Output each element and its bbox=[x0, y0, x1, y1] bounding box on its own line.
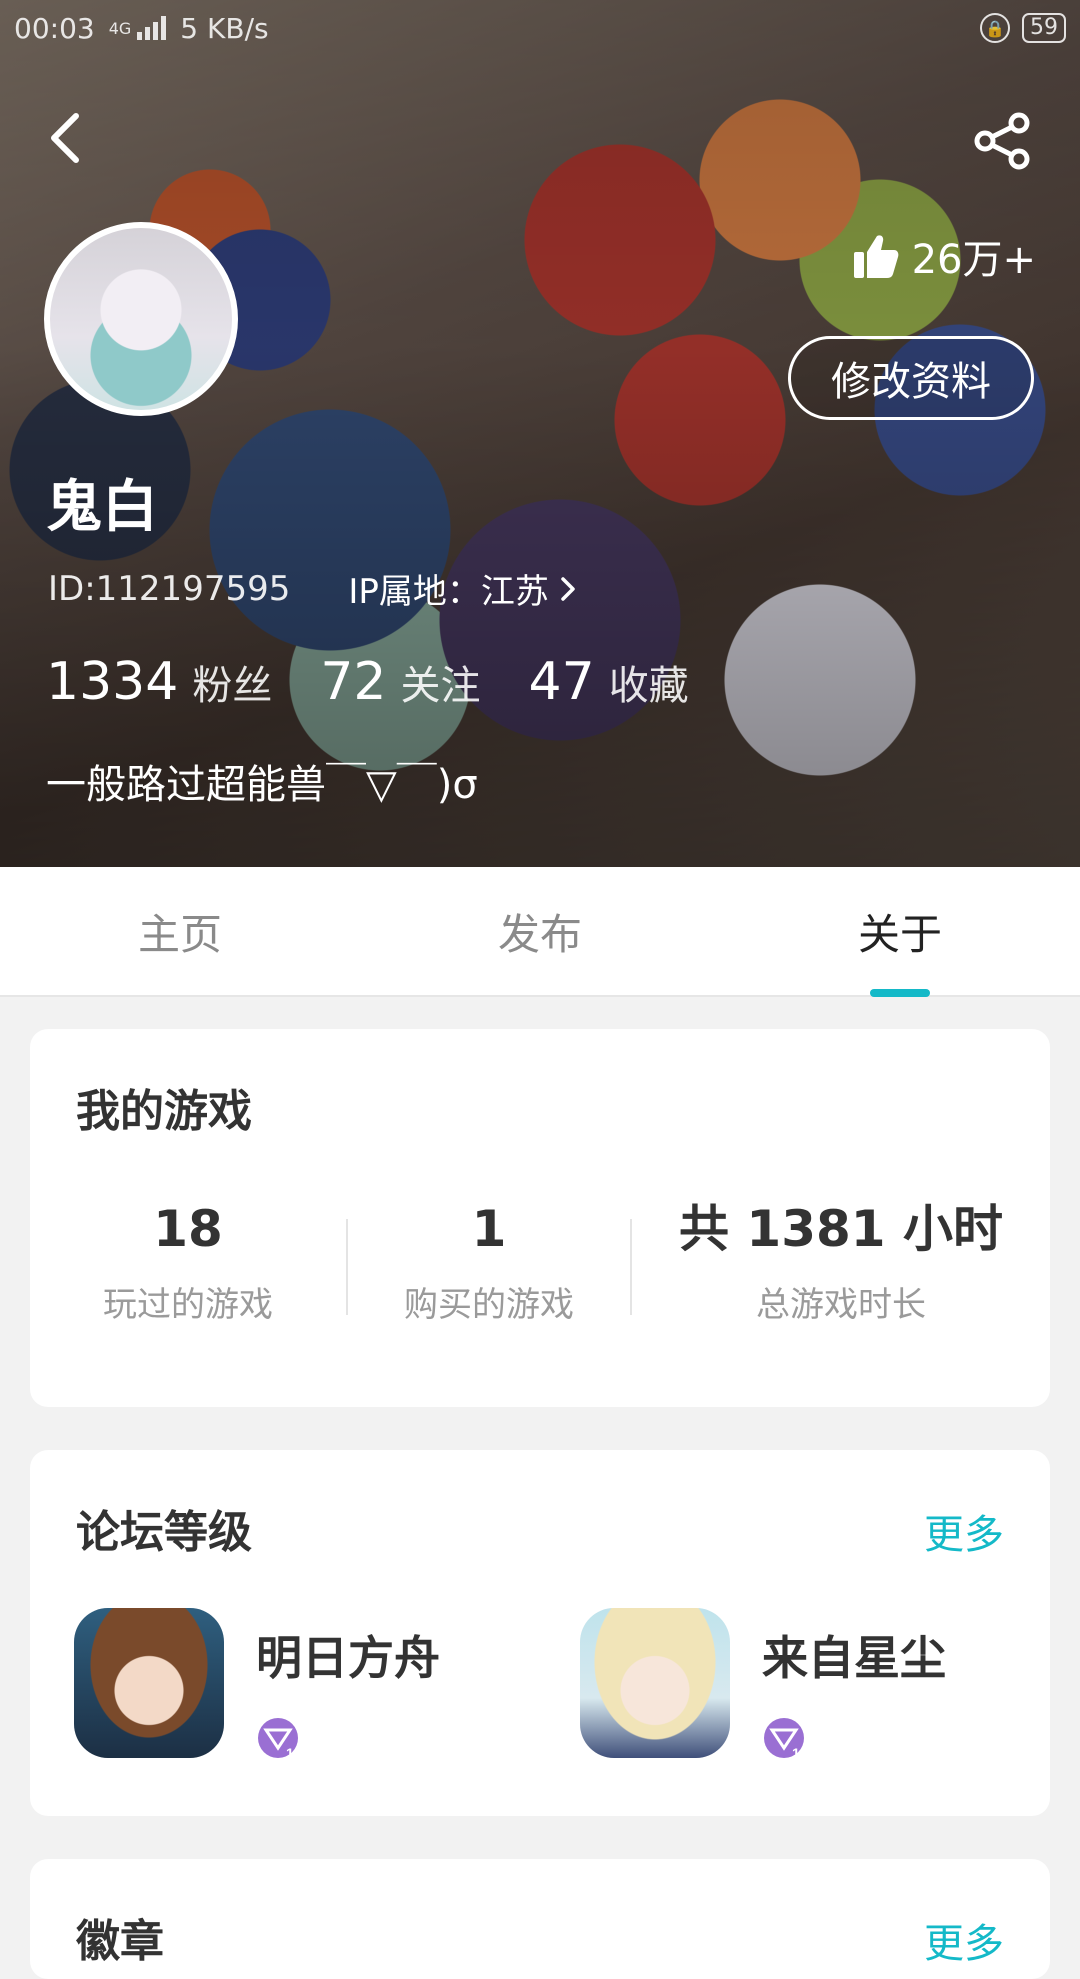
ip-location-link[interactable]: IP属地：江苏 bbox=[348, 564, 577, 613]
level-badge-icon: 12 bbox=[258, 1718, 302, 1761]
favorites-stat[interactable]: 47 收藏 bbox=[529, 652, 689, 712]
back-button[interactable] bbox=[36, 100, 96, 176]
forum-level-item[interactable]: 来自星尘 12 bbox=[580, 1608, 990, 1768]
stat-label: 玩过的游戏 bbox=[103, 1285, 273, 1325]
card-title: 我的游戏 bbox=[76, 1086, 252, 1137]
stat-label: 关注 bbox=[400, 663, 481, 709]
forum-level-list: 明日方舟 12 来自星尘 12 bbox=[74, 1608, 1010, 1768]
stat-label: 总游戏时长 bbox=[756, 1285, 926, 1325]
forum-level-card: 论坛等级 更多 明日方舟 12 来自星尘 12 bbox=[30, 1450, 1050, 1816]
game-name: 明日方舟 bbox=[256, 1631, 440, 1685]
network-type: 4G bbox=[108, 18, 132, 38]
profile-stats: 1334 粉丝 72 关注 47 收藏 bbox=[46, 652, 689, 712]
edit-profile-button[interactable]: 修改资料 bbox=[788, 336, 1034, 420]
ip-location: IP属地：江苏 bbox=[348, 572, 549, 612]
played-games-stat[interactable]: 18 玩过的游戏 bbox=[30, 1199, 346, 1326]
profile-tabs: 主页 发布 关于 bbox=[0, 867, 1080, 997]
more-link[interactable]: 更多 bbox=[924, 1502, 1004, 1560]
battery-icon: 59 bbox=[1022, 13, 1066, 43]
user-signature: 一般路过超能兽￣▽￣)σ bbox=[46, 762, 478, 808]
forum-level-item[interactable]: 明日方舟 12 bbox=[74, 1608, 484, 1768]
stat-number: 共 1381 小时 bbox=[679, 1200, 1003, 1258]
games-stats: 18 玩过的游戏 1 购买的游戏 共 1381 小时 总游戏时长 bbox=[30, 1199, 1050, 1359]
chevron-left-icon bbox=[51, 113, 79, 163]
chevron-right-icon bbox=[561, 576, 575, 601]
status-bar: 00:03 4G 5 KB/s 🔒 59 bbox=[14, 8, 1066, 48]
followers-stat[interactable]: 1334 粉丝 bbox=[46, 652, 272, 712]
purchased-games-stat[interactable]: 1 购买的游戏 bbox=[348, 1199, 630, 1326]
username: 鬼白 bbox=[46, 475, 158, 540]
game-icon bbox=[580, 1608, 730, 1758]
stat-number: 72 bbox=[320, 652, 387, 712]
stat-label: 粉丝 bbox=[192, 663, 273, 709]
tab-about[interactable]: 关于 bbox=[720, 867, 1080, 995]
card-title: 徽章 bbox=[76, 1916, 164, 1967]
card-title: 论坛等级 bbox=[76, 1507, 252, 1558]
stat-number: 1334 bbox=[46, 652, 179, 712]
signal-icon bbox=[137, 16, 167, 40]
share-icon bbox=[974, 112, 1030, 170]
thumbs-up-icon bbox=[853, 235, 898, 278]
tab-posts[interactable]: 发布 bbox=[360, 867, 720, 995]
stat-number: 18 bbox=[153, 1200, 223, 1258]
level-number: 12 bbox=[792, 1745, 808, 1761]
user-id: ID:112197595 bbox=[48, 568, 291, 609]
network-speed: 5 KB/s bbox=[180, 11, 269, 45]
badges-card: 徽章 更多 bbox=[30, 1859, 1050, 1979]
id-row: ID:112197595 IP属地：江苏 bbox=[48, 564, 577, 613]
status-time: 00:03 bbox=[14, 11, 95, 45]
stat-label: 收藏 bbox=[608, 663, 689, 709]
my-games-card: 我的游戏 18 玩过的游戏 1 购买的游戏 共 1381 小时 总游戏时长 bbox=[30, 1029, 1050, 1407]
level-number: 12 bbox=[286, 1745, 302, 1761]
likes-counter: 26万+ bbox=[852, 226, 1036, 286]
playtime-stat[interactable]: 共 1381 小时 总游戏时长 bbox=[632, 1199, 1050, 1326]
stat-number: 1 bbox=[471, 1200, 507, 1258]
game-name: 来自星尘 bbox=[762, 1631, 946, 1685]
level-badge-icon: 12 bbox=[764, 1718, 808, 1761]
share-button[interactable] bbox=[968, 106, 1038, 176]
tab-home[interactable]: 主页 bbox=[0, 867, 360, 995]
game-icon bbox=[74, 1608, 224, 1758]
stat-label: 购买的游戏 bbox=[404, 1285, 574, 1325]
following-stat[interactable]: 72 关注 bbox=[320, 652, 480, 712]
profile-cover: 00:03 4G 5 KB/s 🔒 59 26万+ 修改资料 鬼白 ID:112… bbox=[0, 0, 1080, 867]
rotation-lock-icon: 🔒 bbox=[980, 13, 1010, 43]
stat-number: 47 bbox=[528, 652, 595, 712]
avatar[interactable] bbox=[44, 222, 238, 416]
likes-count: 26万+ bbox=[911, 237, 1036, 283]
